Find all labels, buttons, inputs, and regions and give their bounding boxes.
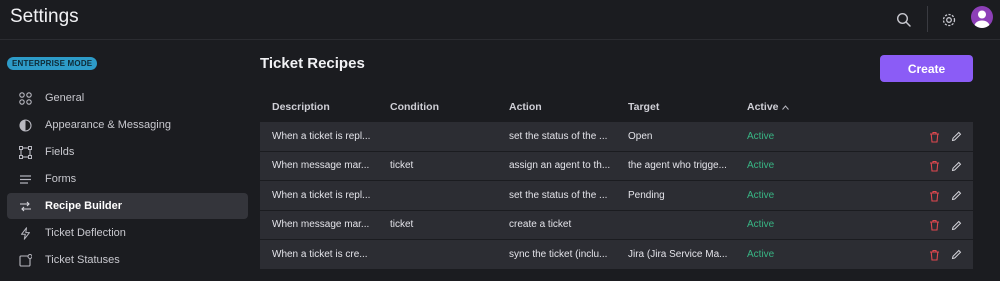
- cell-target: Open: [628, 130, 653, 142]
- sort-ascending-icon[interactable]: [781, 101, 789, 113]
- pencil-icon[interactable]: [950, 130, 962, 143]
- column-header-active[interactable]: Active: [747, 101, 827, 113]
- table-header: Description Condition Action Target Acti…: [260, 92, 973, 122]
- main-content: Ticket Recipes Create Description Condit…: [258, 41, 1000, 281]
- table-row[interactable]: When message mar... ticket create a tick…: [260, 210, 973, 240]
- sidebar-item-label: Recipe Builder: [45, 200, 123, 212]
- top-bar-divider: [927, 6, 928, 32]
- cell-target: the agent who trigge...: [628, 160, 727, 172]
- sidebar-item-ticket-statuses[interactable]: Ticket Statuses: [7, 247, 248, 273]
- trash-icon[interactable]: [928, 189, 940, 202]
- cell-description: When message mar...: [272, 160, 370, 172]
- sidebar-item-label: Ticket Deflection: [45, 227, 126, 239]
- cell-action: assign an agent to th...: [509, 160, 611, 172]
- recipes-table: Description Condition Action Target Acti…: [260, 92, 973, 270]
- trash-icon[interactable]: [928, 160, 940, 173]
- sidebar-item-label: Appearance & Messaging: [45, 119, 171, 131]
- cell-description: When a ticket is repl...: [272, 130, 371, 142]
- column-header-target[interactable]: Target: [628, 101, 733, 113]
- trash-icon[interactable]: [928, 219, 940, 232]
- pencil-icon[interactable]: [950, 189, 962, 202]
- column-header-active-label: Active: [747, 100, 779, 113]
- cell-action: set the status of the ...: [509, 130, 608, 142]
- app-title: Settings: [10, 6, 79, 27]
- cell-active-status: Active: [747, 130, 775, 142]
- gear-icon[interactable]: [938, 9, 960, 31]
- grid-icon: [18, 91, 32, 105]
- cell-active-status: Active: [747, 160, 775, 172]
- cell-target: Pending: [628, 189, 665, 201]
- bolt-icon: [18, 226, 32, 240]
- table-row[interactable]: When a ticket is repl... set the status …: [260, 122, 973, 152]
- trash-icon[interactable]: [928, 130, 940, 143]
- recipe-icon: [18, 199, 32, 213]
- column-header-condition[interactable]: Condition: [390, 101, 495, 113]
- pencil-icon[interactable]: [950, 219, 962, 232]
- status-icon: [18, 253, 32, 267]
- pencil-icon[interactable]: [950, 248, 962, 261]
- cell-condition: ticket: [390, 219, 414, 231]
- create-button[interactable]: Create: [880, 55, 973, 82]
- column-header-action[interactable]: Action: [509, 101, 614, 113]
- cell-description: When a ticket is repl...: [272, 189, 371, 201]
- sidebar-item-label: Ticket Statuses: [45, 254, 120, 266]
- page-title: Ticket Recipes: [260, 55, 365, 72]
- column-header-description[interactable]: Description: [272, 101, 377, 113]
- avatar[interactable]: [971, 6, 993, 28]
- cell-target: Jira (Jira Service Ma...: [628, 248, 728, 260]
- sidebar-item-ticket-deflection[interactable]: Ticket Deflection: [7, 220, 248, 246]
- table-row[interactable]: When message mar... ticket assign an age…: [260, 151, 973, 181]
- sidebar-item-forms[interactable]: Forms: [7, 166, 248, 192]
- cell-description: When message mar...: [272, 219, 370, 231]
- top-bar: Settings: [0, 0, 1000, 40]
- fields-icon: [18, 145, 32, 159]
- sidebar-item-label: Forms: [45, 173, 77, 185]
- cell-action: set the status of the ...: [509, 189, 608, 201]
- search-icon[interactable]: [893, 9, 915, 31]
- enterprise-mode-badge: ENTERPRISE MODE: [7, 57, 98, 70]
- pencil-icon[interactable]: [950, 160, 962, 173]
- sidebar-item-fields[interactable]: Fields: [7, 139, 248, 165]
- sidebar-item-label: General: [45, 92, 85, 104]
- sidebar-item-recipe-builder[interactable]: Recipe Builder: [7, 193, 248, 219]
- contrast-icon: [18, 118, 32, 132]
- table-row[interactable]: When a ticket is cre... sync the ticket …: [260, 240, 973, 270]
- sidebar-item-appearance-messaging[interactable]: Appearance & Messaging: [7, 112, 248, 138]
- cell-condition: ticket: [390, 160, 414, 172]
- cell-active-status: Active: [747, 189, 775, 201]
- trash-icon[interactable]: [928, 248, 940, 261]
- sidebar-item-general[interactable]: General: [7, 85, 248, 111]
- cell-action: sync the ticket (inclu...: [509, 248, 608, 260]
- table-row[interactable]: When a ticket is repl... set the status …: [260, 181, 973, 211]
- cell-action: create a ticket: [509, 219, 572, 231]
- sidebar: ENTERPRISE MODE General Appearance & Mes…: [0, 41, 258, 281]
- cell-description: When a ticket is cre...: [272, 248, 368, 260]
- cell-active-status: Active: [747, 248, 775, 260]
- cell-active-status: Active: [747, 219, 775, 231]
- forms-icon: [18, 172, 32, 186]
- sidebar-item-label: Fields: [45, 146, 75, 158]
